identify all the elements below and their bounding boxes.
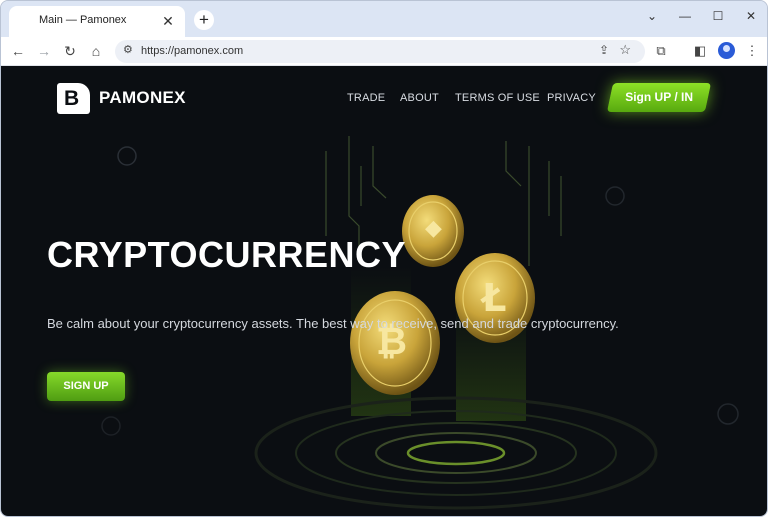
hero-signup-label: SIGN UP: [63, 380, 109, 392]
browser-window: Main — Pamonex ✕ + ⌄ — ☐ ✕ ← → ↻ ⌂ ⚙ htt…: [0, 0, 768, 517]
share-icon[interactable]: ⇪: [599, 43, 609, 57]
nav-terms[interactable]: TERMS OF USE: [455, 92, 540, 104]
site-logo[interactable]: B: [57, 83, 90, 114]
back-icon[interactable]: ←: [7, 40, 29, 62]
menu-icon[interactable]: ⋮: [742, 41, 762, 61]
extensions-icon[interactable]: ⧉: [651, 41, 671, 61]
hero-subtitle: Be calm about your cryptocurrency assets…: [47, 316, 619, 331]
profile-avatar[interactable]: [718, 42, 735, 59]
minimize-button[interactable]: —: [673, 7, 697, 25]
maximize-button[interactable]: ☐: [706, 7, 730, 25]
browser-toolbar: ← → ↻ ⌂ ⚙ https://pamonex.com ⇪ ☆ ⧉ ◧ ⋮: [1, 37, 767, 66]
tab-strip: Main — Pamonex ✕ + ⌄ — ☐ ✕: [1, 1, 767, 37]
forward-icon[interactable]: →: [33, 40, 55, 62]
nav-privacy[interactable]: PRIVACY: [547, 92, 596, 104]
hero-background-art: [101, 136, 739, 510]
site-info-icon[interactable]: ⚙: [123, 43, 133, 56]
reload-icon[interactable]: ↻: [59, 40, 81, 62]
side-panel-icon[interactable]: ◧: [690, 41, 710, 61]
tab-title: Main — Pamonex: [39, 14, 127, 26]
webpage: ◆ Ł ₿ B PAMONEX TRADE ABOUT TERMS OF USE…: [1, 66, 767, 516]
litecoin-glyph: Ł: [482, 276, 507, 320]
logo-letter: B: [64, 87, 80, 110]
address-bar[interactable]: ⚙ https://pamonex.com ⇪ ☆: [115, 40, 645, 63]
brand-name[interactable]: PAMONEX: [99, 88, 186, 108]
ethereum-glyph: ◆: [425, 216, 442, 241]
nav-about[interactable]: ABOUT: [400, 92, 439, 104]
signup-nav-button[interactable]: Sign UP / IN: [606, 83, 712, 112]
hero-signup-button[interactable]: SIGN UP: [47, 372, 125, 401]
home-icon[interactable]: ⌂: [85, 40, 107, 62]
tab-main[interactable]: Main — Pamonex ✕: [9, 6, 185, 37]
signup-nav-label: Sign UP / IN: [625, 90, 693, 104]
tab-close-button[interactable]: ✕: [159, 12, 177, 30]
close-window-button[interactable]: ✕: [739, 7, 763, 25]
new-tab-button[interactable]: +: [194, 10, 214, 30]
bookmark-star-icon[interactable]: ☆: [619, 42, 631, 58]
address-url[interactable]: https://pamonex.com: [141, 45, 243, 57]
tab-search-icon[interactable]: ⌄: [640, 7, 664, 25]
nav-trade[interactable]: TRADE: [347, 92, 385, 104]
hero-title: CRYPTOCURRENCY: [47, 234, 407, 275]
